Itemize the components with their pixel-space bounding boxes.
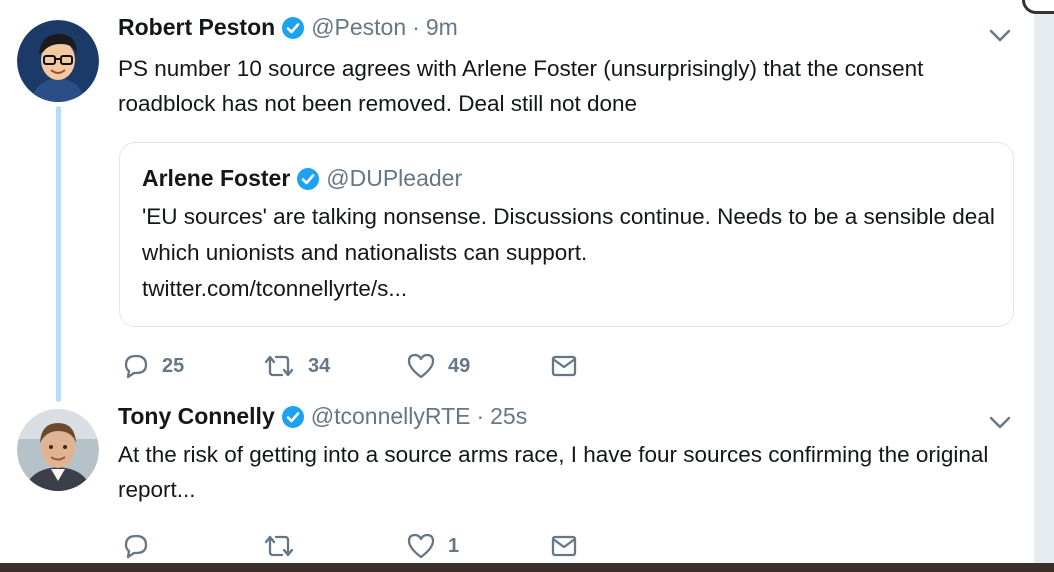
reply-action[interactable] (122, 532, 162, 560)
scrollbar-gutter (1034, 0, 1054, 572)
reply-icon (124, 534, 148, 559)
reply-count: 25 (162, 354, 185, 377)
author-handle[interactable]: @Peston (311, 14, 406, 41)
like-action[interactable]: 1 (406, 532, 459, 560)
retweet-icon (264, 535, 294, 557)
author-handle[interactable]: @tconnellyRTE (311, 403, 471, 430)
tweet-header: Tony Connelly @tconnellyRTE · 25s (118, 403, 527, 430)
tweet-header: Robert Peston @Peston · 9m (118, 14, 458, 41)
envelope-icon (551, 535, 577, 557)
verified-badge-icon (296, 167, 320, 191)
tweet-timestamp[interactable]: 25s (490, 403, 527, 430)
message-action[interactable] (550, 352, 578, 380)
quote-author-name: Arlene Foster (142, 165, 291, 191)
reply-action[interactable]: 25 (122, 352, 184, 380)
retweet-count: 34 (308, 354, 331, 377)
bottom-edge-bar (0, 563, 1054, 572)
author-name[interactable]: Tony Connelly (118, 403, 275, 430)
retweet-action[interactable]: 34 (262, 352, 330, 380)
reply-icon (124, 354, 148, 379)
header-separator: · (412, 14, 420, 40)
heart-icon (407, 353, 435, 379)
quote-author-handle: @DUPleader (326, 165, 463, 191)
like-count: 1 (448, 534, 460, 557)
quote-link[interactable]: twitter.com/tconnellyrte/s... (142, 276, 407, 301)
avatar-cartoon-icon[interactable] (17, 20, 99, 102)
quote-text-block: 'EU sources' are talking nonsense. Discu… (142, 199, 1002, 307)
tweet-connelly[interactable]: Tony Connelly @tconnellyRTE · 25s At the… (0, 395, 1034, 563)
quote-header: Arlene Foster @DUPleader (142, 165, 462, 192)
tweet-text: PS number 10 source agrees with Arlene F… (118, 56, 924, 116)
tweet-peston[interactable]: Robert Peston @Peston · 9m PS number 10 … (0, 0, 1034, 395)
avatar-photo-icon[interactable] (17, 409, 99, 491)
retweet-icon (264, 355, 294, 377)
verified-badge-icon (281, 16, 305, 40)
like-count: 49 (448, 354, 471, 377)
quote-text: 'EU sources' are talking nonsense. Discu… (142, 204, 995, 265)
verified-badge-icon (281, 405, 305, 429)
envelope-icon (551, 355, 577, 377)
tweet-text: At the risk of getting into a source arm… (118, 442, 989, 502)
chevron-down-icon[interactable] (988, 28, 1012, 44)
retweet-action[interactable] (262, 532, 308, 560)
heart-icon (407, 533, 435, 559)
message-action[interactable] (550, 532, 578, 560)
quoted-tweet[interactable]: Arlene Foster @DUPleader 'EU sources' ar… (119, 142, 1014, 327)
chevron-down-icon[interactable] (988, 415, 1012, 431)
author-name[interactable]: Robert Peston (118, 14, 275, 41)
header-separator: · (476, 403, 485, 429)
tweet-timestamp[interactable]: 9m (426, 14, 458, 41)
like-action[interactable]: 49 (406, 352, 470, 380)
